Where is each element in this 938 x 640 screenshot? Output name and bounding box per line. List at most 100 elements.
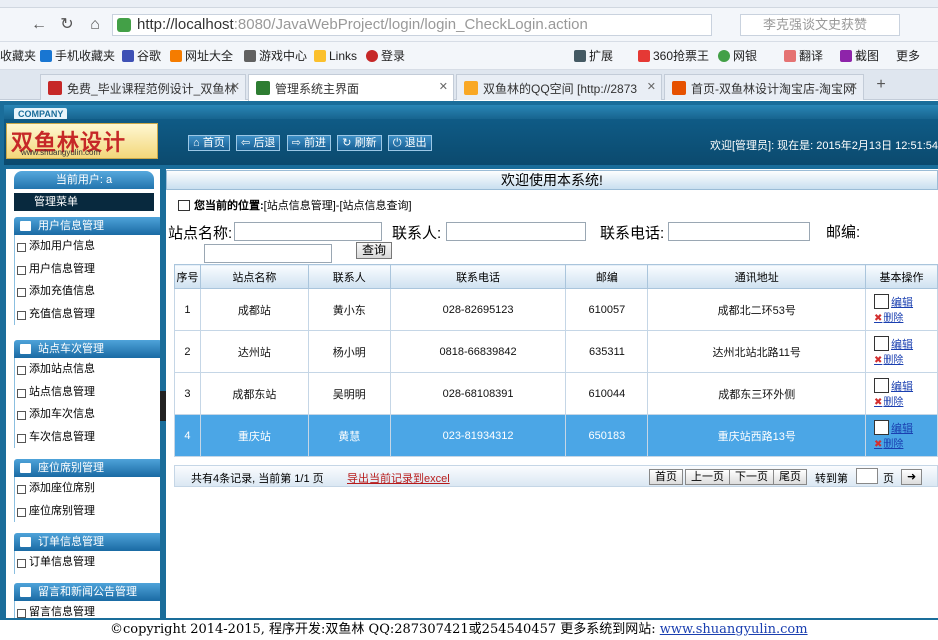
browser-tab[interactable]: 双鱼林的QQ空间 [http://2873 ✕ bbox=[456, 74, 662, 100]
sidebar-item[interactable]: 添加车次信息 bbox=[14, 403, 160, 426]
bookmark-item[interactable]: 手机收藏夹 bbox=[40, 48, 115, 64]
forward-button[interactable]: ⇨ 前进 bbox=[286, 135, 331, 151]
bookmark-item[interactable]: 登录 bbox=[366, 48, 405, 64]
logo: 双鱼林设计 www.shuangyulin.com bbox=[6, 123, 158, 159]
first-page-button[interactable]: 首页 bbox=[649, 469, 683, 485]
delete-label: 删除 bbox=[883, 354, 904, 366]
edit-link[interactable]: 编辑 bbox=[874, 335, 937, 354]
bookmark-item[interactable]: 收藏夹 bbox=[0, 48, 36, 64]
browser-tabs: 免费_毕业课程范例设计_双鱼林 ✕ 管理系统主界面 ✕ 双鱼林的QQ空间 [http… bbox=[0, 70, 938, 101]
sidebar-item[interactable]: 留言信息管理 bbox=[14, 601, 160, 618]
delete-icon: ✖ bbox=[874, 312, 883, 324]
station-name-input[interactable] bbox=[234, 222, 382, 241]
bookmark-item[interactable]: 扩展 bbox=[574, 48, 613, 64]
close-icon[interactable]: ✕ bbox=[439, 80, 448, 93]
sidebar-item[interactable]: 添加充值信息 bbox=[14, 280, 160, 303]
menu-group-header[interactable]: 座位席别管理 bbox=[14, 459, 160, 477]
table-row[interactable]: 4 重庆站 黄慧 023-81934312 650183 重庆站西路13号 编辑 ✖删除 bbox=[174, 414, 938, 457]
footer-text: ©copyright 2014-2015, 程序开发:双鱼林 QQ:287307… bbox=[110, 622, 656, 637]
sidebar-item[interactable]: 添加用户信息 bbox=[14, 235, 160, 258]
bookmark-item[interactable]: 游戏中心 bbox=[244, 48, 307, 64]
tab-favicon-icon bbox=[672, 81, 686, 95]
postcode-cell: 610044 bbox=[565, 372, 649, 415]
address-cell: 成都北二环53号 bbox=[647, 288, 867, 331]
close-icon[interactable]: ✕ bbox=[849, 80, 858, 93]
browser-search-input[interactable]: 李克强谈文史获赞 bbox=[740, 14, 900, 36]
back-button[interactable]: ⇦ 后退 bbox=[236, 135, 281, 151]
home-icon[interactable]: ⌂ bbox=[84, 14, 106, 36]
sidebar-item[interactable]: 充值信息管理 bbox=[14, 302, 160, 325]
edit-link[interactable]: 编辑 bbox=[874, 419, 937, 438]
url-input[interactable]: http://localhost:8080/JavaWebProject/log… bbox=[112, 14, 712, 36]
edit-link[interactable]: 编辑 bbox=[874, 377, 937, 396]
sidebar-item[interactable]: 添加座位席别 bbox=[14, 477, 160, 500]
next-page-button[interactable]: 下一页 bbox=[729, 469, 774, 485]
refresh-icon[interactable]: ↻ bbox=[56, 14, 78, 36]
bookmark-item[interactable]: Links bbox=[314, 48, 357, 64]
column-header: 基本操作 bbox=[865, 264, 938, 289]
row-number: 3 bbox=[174, 372, 201, 415]
prev-page-button[interactable]: 上一页 bbox=[685, 469, 730, 485]
close-icon[interactable]: ✕ bbox=[231, 80, 240, 93]
url-host: http://localhost bbox=[137, 16, 234, 33]
phone-input[interactable] bbox=[668, 222, 810, 241]
footer: ©copyright 2014-2015, 程序开发:双鱼林 QQ:287307… bbox=[0, 618, 938, 640]
edit-label: 编辑 bbox=[891, 422, 914, 435]
edit-link[interactable]: 编辑 bbox=[874, 293, 937, 312]
bookmarks-bar: 收藏夹 手机收藏夹 谷歌 网址大全 游戏中心 Links 登录 扩展 360抢票… bbox=[0, 42, 938, 70]
main-content: 欢迎使用本系统! 您当前的位置:[站点信息管理]-[站点信息查询] 站点名称: … bbox=[166, 169, 938, 618]
column-header: 邮编 bbox=[565, 264, 649, 289]
sidebar-item[interactable]: 用户信息管理 bbox=[14, 257, 160, 280]
column-header: 联系人 bbox=[307, 264, 391, 289]
menu-group-header[interactable]: 站点车次管理 bbox=[14, 340, 160, 358]
page-label: 页 bbox=[883, 473, 894, 485]
sidebar-item[interactable]: 车次信息管理 bbox=[14, 425, 160, 448]
table-row[interactable]: 3 成都东站 吴明明 028-68108391 610044 成都东三环外侧 编辑 ✖删除 bbox=[174, 372, 938, 415]
menu-group-header[interactable]: 用户信息管理 bbox=[14, 217, 160, 235]
goto-button[interactable]: ➜ bbox=[901, 469, 923, 485]
back-icon[interactable]: ← bbox=[28, 14, 50, 36]
close-icon[interactable]: ✕ bbox=[647, 80, 656, 93]
last-page-button[interactable]: 尾页 bbox=[773, 469, 807, 485]
delete-link[interactable]: ✖删除 bbox=[874, 396, 937, 410]
bookmark-item[interactable]: 360抢票王 bbox=[638, 48, 709, 64]
postcode-input[interactable] bbox=[204, 244, 332, 263]
goto-page-input[interactable] bbox=[856, 468, 878, 484]
new-tab-icon[interactable]: + bbox=[870, 74, 892, 96]
browser-tab[interactable]: 免费_毕业课程范例设计_双鱼林 ✕ bbox=[40, 74, 246, 100]
bookmark-item[interactable]: 更多 bbox=[896, 48, 920, 64]
contact-input[interactable] bbox=[446, 222, 586, 241]
bookmark-item[interactable]: 谷歌 bbox=[122, 48, 161, 64]
refresh-button[interactable]: ↻ 刷新 bbox=[337, 135, 382, 151]
browser-tab[interactable]: 首页-双鱼林设计淘宝店-淘宝网 ✕ bbox=[664, 74, 864, 100]
sidebar-item[interactable]: 座位席别管理 bbox=[14, 499, 160, 522]
footer-link[interactable]: www.shuangyulin.com bbox=[660, 622, 808, 637]
delete-link[interactable]: ✖删除 bbox=[874, 438, 937, 452]
table-row[interactable]: 2 达州站 杨小明 0818-66839842 635311 达州北站北路11号 编辑 ✖删除 bbox=[174, 330, 938, 373]
table-row[interactable]: 1 成都站 黄小东 028-82695123 610057 成都北二环53号 编辑 ✖删除 bbox=[174, 288, 938, 331]
sidebar-item[interactable]: 添加站点信息 bbox=[14, 358, 160, 381]
row-actions: 编辑 ✖删除 bbox=[865, 372, 938, 415]
bookmark-item[interactable]: 网址大全 bbox=[170, 48, 233, 64]
bookmark-item[interactable]: 截图 bbox=[840, 48, 879, 64]
delete-link[interactable]: ✖删除 bbox=[874, 354, 937, 368]
menu-group-news: 留言和新闻公告管理 留言信息管理 bbox=[14, 583, 160, 618]
sidebar-item[interactable]: 订单信息管理 bbox=[14, 551, 160, 574]
menu-group-header[interactable]: 留言和新闻公告管理 bbox=[14, 583, 160, 601]
address-cell: 成都东三环外侧 bbox=[647, 372, 867, 415]
home-button[interactable]: ⌂ 首页 bbox=[188, 135, 230, 151]
delete-label: 删除 bbox=[883, 396, 904, 408]
address-cell: 达州北站北路11号 bbox=[647, 330, 867, 373]
menu-group-header[interactable]: 订单信息管理 bbox=[14, 533, 160, 551]
station-name-cell: 成都东站 bbox=[199, 372, 309, 415]
bookmark-item[interactable]: 翻译 bbox=[784, 48, 823, 64]
bookmark-item[interactable]: 网银 bbox=[718, 48, 757, 64]
sidebar-item[interactable]: 站点信息管理 bbox=[14, 380, 160, 403]
search-button[interactable]: 查询 bbox=[356, 242, 392, 259]
browser-tab-active[interactable]: 管理系统主界面 ✕ bbox=[248, 74, 454, 101]
menu-group-order: 订单信息管理 订单信息管理 bbox=[14, 533, 160, 574]
logout-button[interactable]: ⏻ 退出 bbox=[387, 135, 432, 151]
edit-icon bbox=[874, 377, 890, 393]
export-excel-link[interactable]: 导出当前记录到excel bbox=[347, 470, 450, 486]
delete-link[interactable]: ✖删除 bbox=[874, 312, 937, 326]
